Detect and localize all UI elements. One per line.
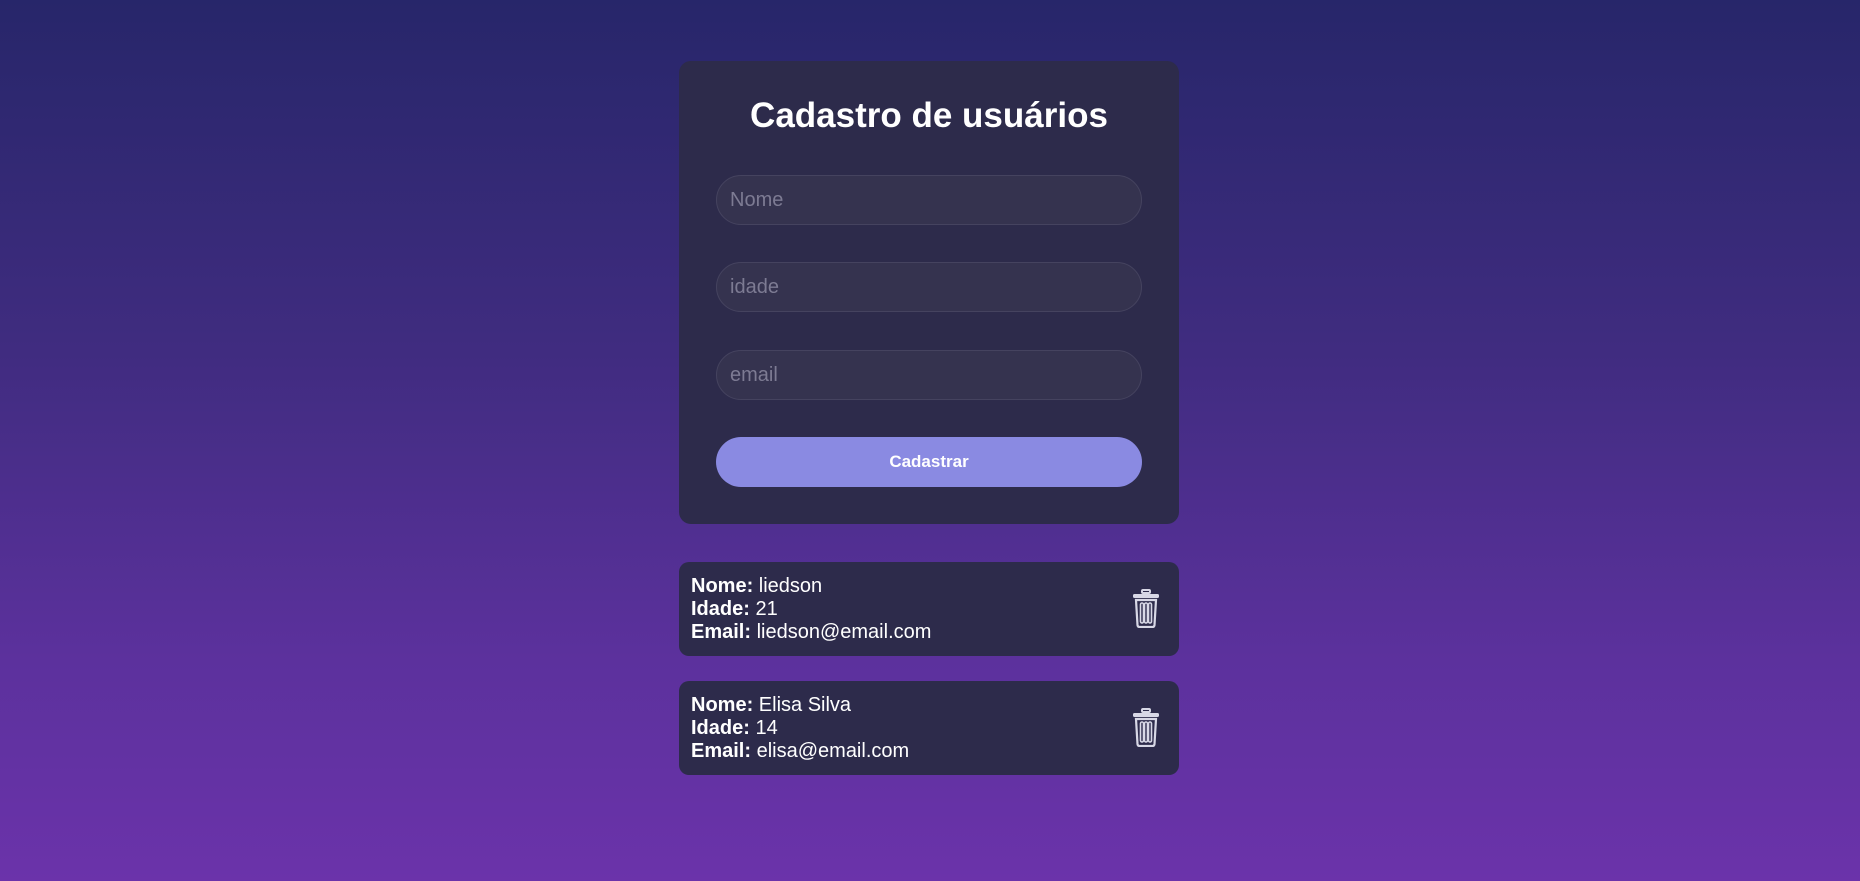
trash-icon [1133, 589, 1159, 628]
user-name-value: liedson [758, 575, 823, 597]
age-label: Idade: [691, 717, 750, 739]
user-card: Nome: Elisa Silva Idade: 14 Email: elisa… [679, 681, 1179, 775]
user-email-row: Email: liedson@email.com [691, 621, 1167, 644]
age-label: Idade: [691, 598, 750, 620]
registration-form-card: Cadastro de usuários Cadastrar [679, 61, 1179, 524]
user-age-row: Idade: 14 [691, 717, 1167, 740]
name-label: Nome: [691, 575, 754, 597]
email-label: Email: [691, 740, 752, 762]
email-input[interactable] [716, 350, 1142, 400]
user-age-value: 14 [755, 717, 778, 739]
name-label: Nome: [691, 694, 754, 716]
name-input[interactable] [716, 175, 1142, 225]
email-label: Email: [691, 621, 752, 643]
user-name-row: Nome: liedson [691, 575, 1167, 598]
user-list: Nome: liedson Idade: 21 Email: liedson@e… [679, 562, 1179, 800]
user-name-value: Elisa Silva [758, 694, 852, 716]
user-card: Nome: liedson Idade: 21 Email: liedson@e… [679, 562, 1179, 656]
user-email-row: Email: elisa@email.com [691, 740, 1167, 763]
delete-user-button[interactable] [1129, 707, 1163, 747]
trash-icon [1133, 708, 1159, 747]
age-input[interactable] [716, 262, 1142, 312]
user-age-value: 21 [755, 598, 778, 620]
delete-user-button[interactable] [1129, 588, 1163, 628]
register-button[interactable]: Cadastrar [716, 437, 1142, 487]
user-name-row: Nome: Elisa Silva [691, 694, 1167, 717]
user-age-row: Idade: 21 [691, 598, 1167, 621]
user-email-value: elisa@email.com [756, 740, 910, 762]
form-title: Cadastro de usuários [750, 96, 1108, 135]
user-email-value: liedson@email.com [756, 621, 932, 643]
